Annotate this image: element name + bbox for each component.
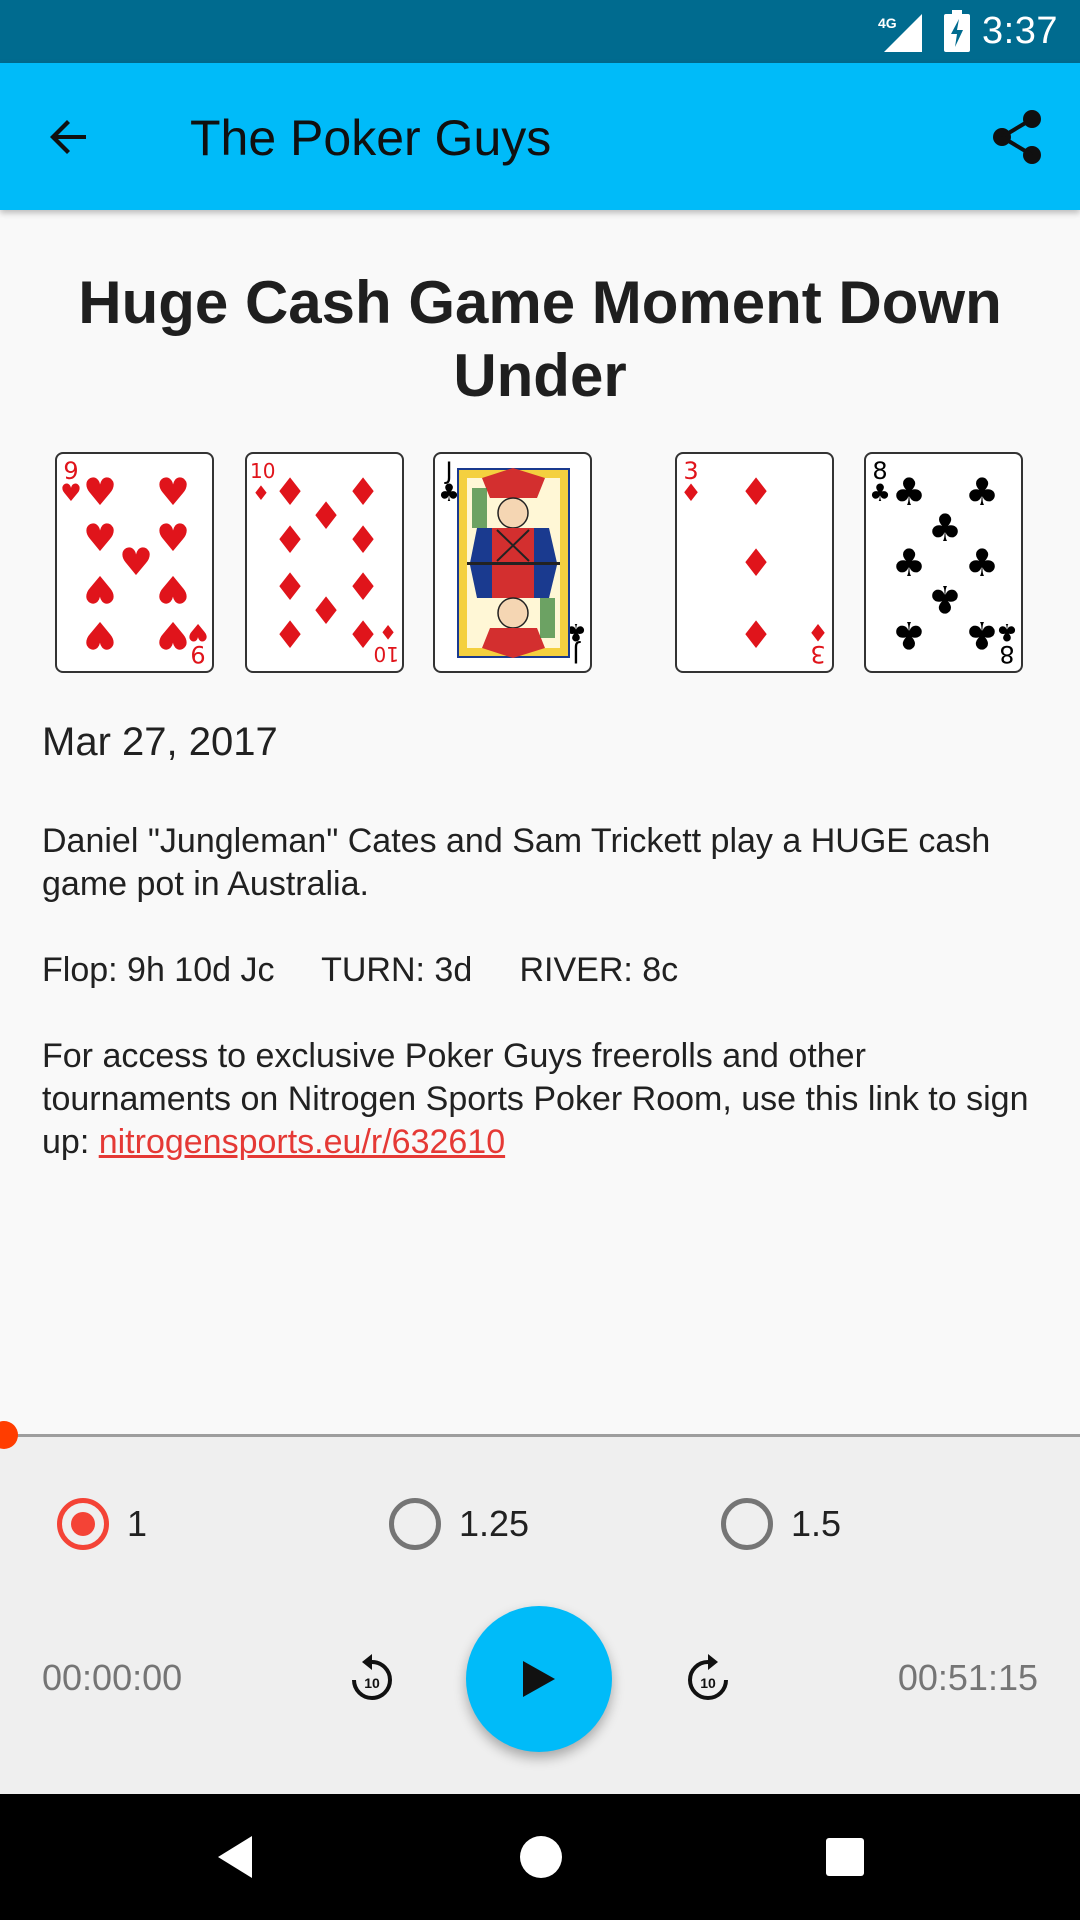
audio-player: 1 1.25 1.5 00:00:00 10 10 00:51:15 <box>0 1421 1080 1794</box>
suit-pip: ♦ <box>345 565 381 609</box>
radio-unselected-icon[interactable] <box>721 1498 773 1550</box>
card-suit: ♦ <box>379 620 397 644</box>
suit-pip: ♣ <box>891 613 927 657</box>
seek-thumb[interactable] <box>0 1421 18 1449</box>
clock: 3:37 <box>982 10 1058 52</box>
card-3-diamonds: 3 ♦ 3 ♦ ♦ ♦ ♦ <box>675 452 834 673</box>
suit-pip: ♥ <box>82 470 118 514</box>
suit-pip: ♥ <box>82 516 118 560</box>
suit-pip: ♦ <box>738 541 774 585</box>
total-time: 00:51:15 <box>897 1657 1038 1698</box>
app-title: The Poker Guys <box>190 110 552 166</box>
radio-selected-icon[interactable] <box>57 1498 109 1550</box>
battery-charging-icon <box>944 10 970 52</box>
suit-pip: ♦ <box>272 565 308 609</box>
suit-pip: ♦ <box>345 470 381 514</box>
card-suit: ♣ <box>869 479 891 507</box>
card-10-diamonds: 10 ♦ 10 ♦ ♦ ♦ ♦ ♦ ♦ ♦ ♦ ♦ ♦ ♦ <box>245 452 404 673</box>
card-suit: ♦ <box>252 481 270 505</box>
share-icon[interactable] <box>986 105 1050 169</box>
episode-description: Daniel "Jungleman" Cates and Sam Tricket… <box>42 820 1042 1207</box>
suit-pip: ♥ <box>155 470 191 514</box>
promo-link[interactable]: nitrogensports.eu/r/632610 <box>99 1123 505 1161</box>
suit-pip: ♥ <box>155 516 191 560</box>
suit-pip: ♦ <box>345 518 381 562</box>
suit-pip: ♦ <box>308 589 344 633</box>
board-summary: Flop: 9h 10d Jc TURN: 3d RIVER: 8c <box>42 951 679 989</box>
suit-pip: ♦ <box>738 470 774 514</box>
card-suit: ♣ <box>996 618 1018 646</box>
card-rank: 10 <box>250 459 276 483</box>
suit-pip: ♥ <box>82 613 118 657</box>
card-suit: ♥ <box>60 479 82 507</box>
rewind-seconds: 10 <box>364 1675 380 1691</box>
suit-pip: ♣ <box>964 470 1000 514</box>
card-suit: ♦ <box>680 479 702 507</box>
current-time: 00:00:00 <box>42 1657 183 1698</box>
play-button[interactable] <box>466 1606 612 1752</box>
suit-pip: ♦ <box>738 613 774 657</box>
card-suit: ♥ <box>187 618 209 646</box>
speed-label: 1.25 <box>459 1503 530 1544</box>
seek-bar[interactable] <box>0 1434 1080 1437</box>
speed-label: 1.5 <box>791 1503 842 1544</box>
suit-pip: ♣ <box>927 577 963 621</box>
promo-paragraph: For access to exclusive Poker Guys freer… <box>42 1035 1042 1164</box>
card-suit: ♦ <box>807 618 829 646</box>
speed-label: 1 <box>127 1503 148 1544</box>
nav-recents-icon[interactable] <box>823 1832 867 1882</box>
episode-title: Huge Cash Game Moment Down Under <box>78 269 1002 409</box>
suit-pip: ♣ <box>927 506 963 550</box>
description-paragraph: Daniel "Jungleman" Cates and Sam Tricket… <box>42 822 991 903</box>
jack-face-art <box>457 468 570 658</box>
play-icon <box>523 1661 555 1697</box>
suit-pip: ♥ <box>155 567 191 611</box>
suit-pip: ♦ <box>272 613 308 657</box>
card-9-hearts: 9 ♥ 9 ♥ ♥ ♥ ♥ ♥ ♥ ♥ ♥ ♥ ♥ <box>55 452 214 673</box>
episode-date: Mar 27, 2017 <box>42 720 278 764</box>
status-bar: 4G 3:37 <box>0 0 1080 63</box>
episode-detail: Huge Cash Game Moment Down Under 9 ♥ 9 ♥ ♥… <box>0 210 1080 1161</box>
board-cards: 9 ♥ 9 ♥ ♥ ♥ ♥ ♥ ♥ ♥ ♥ ♥ ♥ 10 ♦ 10 ♦ ♦ ♦ ♦ ♦ … <box>0 452 1080 674</box>
card-jack-clubs: J ♣ J ♣ <box>433 452 592 673</box>
system-nav-bar <box>0 1794 1080 1920</box>
suit-pip: ♣ <box>891 541 927 585</box>
suit-pip: ♦ <box>272 470 308 514</box>
card-8-clubs: 8 ♣ 8 ♣ ♣ ♣ ♣ ♣ ♣ ♣ ♣ ♣ <box>864 452 1023 673</box>
suit-pip: ♦ <box>272 518 308 562</box>
rewind-10-icon[interactable]: 10 <box>342 1650 402 1710</box>
speed-option-1[interactable]: 1 <box>57 1494 147 1554</box>
suit-pip: ♣ <box>964 613 1000 657</box>
suit-pip: ♥ <box>118 540 154 584</box>
speed-option-1-5[interactable]: 1.5 <box>721 1494 841 1554</box>
arrow-back-icon[interactable] <box>40 107 100 167</box>
suit-pip: ♣ <box>891 470 927 514</box>
network-type: 4G <box>878 15 897 31</box>
app-bar: The Poker Guys <box>0 63 1080 210</box>
forward-10-icon[interactable]: 10 <box>678 1650 738 1710</box>
suit-pip: ♦ <box>345 613 381 657</box>
speed-option-1-25[interactable]: 1.25 <box>389 1494 529 1554</box>
suit-pip: ♣ <box>964 541 1000 585</box>
forward-seconds: 10 <box>700 1675 716 1691</box>
suit-pip: ♥ <box>82 567 118 611</box>
nav-home-icon[interactable] <box>519 1832 563 1882</box>
radio-unselected-icon[interactable] <box>389 1498 441 1550</box>
signal-icon: 4G <box>878 14 922 52</box>
suit-pip: ♦ <box>308 494 344 538</box>
nav-back-icon[interactable] <box>212 1832 262 1882</box>
suit-pip: ♥ <box>155 613 191 657</box>
